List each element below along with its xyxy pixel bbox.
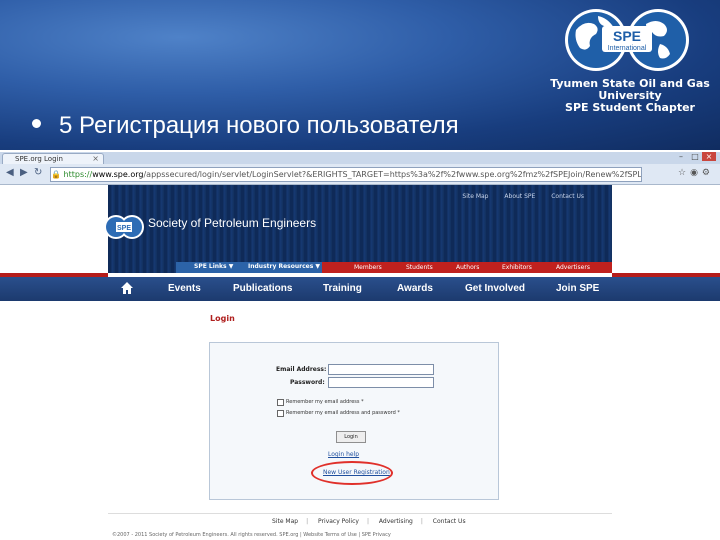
ribbon-dropdowns: SPE Links ▼ Industry Resources ▼ (176, 262, 322, 273)
link-members[interactable]: Members (354, 264, 382, 271)
tab-title: SPE.org Login (15, 155, 63, 163)
home-icon[interactable] (120, 281, 134, 295)
highlight-ellipse (311, 461, 393, 485)
tab-close-icon[interactable]: × (92, 154, 99, 163)
footer-link-privacy[interactable]: Privacy Policy (318, 518, 359, 525)
browser-toolbar: ◀ ▶ ↻ 🔒 https://www.spe.org/appssecured/… (0, 164, 720, 185)
password-field[interactable] (328, 377, 434, 388)
login-heading: Login (210, 314, 235, 323)
password-label: Password: (290, 379, 325, 386)
svg-text:International: International (608, 45, 647, 52)
forward-icon[interactable]: ▶ (20, 167, 28, 178)
login-page-body: Login Email Address: Password: Remember … (108, 301, 612, 501)
footer-copyright: ©2007 - 2011 Society of Petroleum Engine… (112, 532, 391, 538)
header-link-about[interactable]: About SPE (504, 193, 535, 200)
header-link-contact[interactable]: Contact Us (551, 193, 584, 200)
header-link-site-map[interactable]: Site Map (462, 193, 488, 200)
remember-both-checkbox[interactable] (277, 410, 284, 417)
svg-text:SPE: SPE (613, 28, 641, 44)
logo-caption: Tyumen State Oil and Gas University SPE … (540, 78, 720, 114)
window-controls: – □ × (674, 152, 716, 161)
bullet-dot-icon (32, 119, 41, 129)
extension-icons[interactable]: ☆◉⚙ (678, 168, 714, 178)
login-help-link[interactable]: Login help (328, 451, 359, 458)
browser-window: SPE.org Login × – □ × ◀ ▶ ↻ 🔒 https://www.… (0, 152, 720, 540)
link-exhibitors[interactable]: Exhibitors (502, 264, 532, 271)
minimize-icon[interactable]: – (674, 152, 688, 161)
nav-join-spe[interactable]: Join SPE (556, 283, 599, 294)
back-icon[interactable]: ◀ (6, 167, 14, 178)
email-field[interactable] (328, 364, 434, 375)
reload-icon[interactable]: ↻ (34, 167, 42, 178)
bullet-text: 5 Регистрация нового пользователя (59, 112, 459, 139)
nav-events[interactable]: Events (168, 283, 201, 294)
spe-globe-icon: SPE (104, 215, 144, 239)
spe-links-dropdown[interactable]: SPE Links ▼ (194, 263, 233, 270)
link-authors[interactable]: Authors (456, 264, 479, 271)
footer-link-site-map[interactable]: Site Map (272, 518, 298, 525)
audience-links: Members Students Authors Exhibitors Adve… (322, 262, 612, 273)
nav-awards[interactable]: Awards (397, 283, 433, 294)
chapter-name: SPE Student Chapter (565, 101, 695, 114)
svg-text:SPE: SPE (117, 225, 131, 232)
nav-training[interactable]: Training (323, 283, 362, 294)
spe-site-header: Site Map About SPE Contact Us SPE Societ… (104, 185, 612, 273)
maximize-icon[interactable]: □ (688, 152, 702, 161)
site-footer: Site Map | Privacy Policy | Advertising | C… (108, 513, 612, 540)
header-links: Site Map About SPE Contact Us (448, 193, 584, 200)
org-name: Society of Petroleum Engineers (148, 216, 317, 230)
footer-links: Site Map | Privacy Policy | Advertising | C… (272, 518, 466, 525)
login-button[interactable]: Login (336, 431, 366, 443)
nav-get-involved[interactable]: Get Involved (465, 283, 525, 294)
remember-both-label: Remember my email address and password * (286, 410, 400, 416)
link-advertisers[interactable]: Advertisers (556, 264, 590, 271)
address-bar[interactable]: 🔒 https://www.spe.org/appssecured/login/… (50, 167, 642, 182)
nav-publications[interactable]: Publications (233, 283, 292, 294)
spe-international-logo: SPE International (565, 9, 689, 71)
remember-email-label: Remember my email address * (286, 399, 364, 405)
close-window-icon[interactable]: × (702, 152, 716, 161)
university-name: Tyumen State Oil and Gas University (550, 77, 710, 102)
footer-link-advertising[interactable]: Advertising (379, 518, 413, 525)
main-navigation: Events Publications Training Awards Get … (0, 277, 720, 301)
link-students[interactable]: Students (406, 264, 433, 271)
remember-email-checkbox[interactable] (277, 399, 284, 406)
slide-bullet: 5 Регистрация нового пользователя (32, 112, 459, 140)
login-form: Email Address: Password: Remember my ema… (209, 342, 499, 500)
footer-link-contact[interactable]: Contact Us (433, 518, 466, 525)
industry-resources-dropdown[interactable]: Industry Resources ▼ (248, 263, 320, 270)
email-label: Email Address: (276, 366, 327, 373)
tab-bar: SPE.org Login × – □ × (0, 152, 720, 165)
